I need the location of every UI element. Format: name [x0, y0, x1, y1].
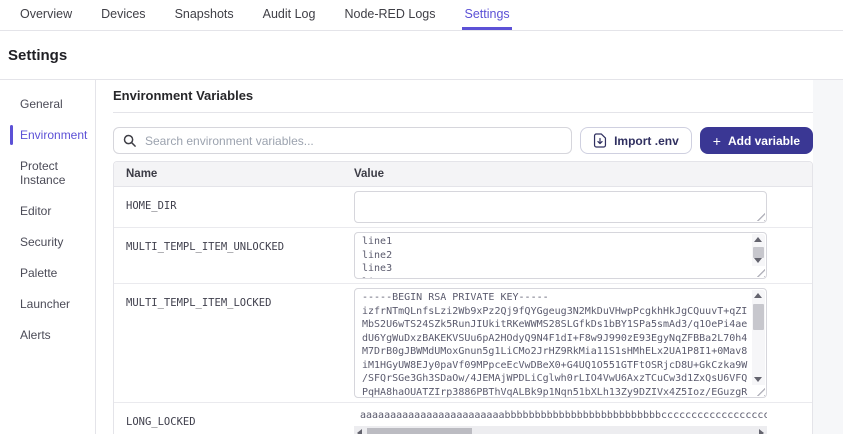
sidebar-item-label: Protect Instance	[20, 159, 66, 187]
sidebar-item-editor[interactable]: Editor	[0, 204, 95, 218]
page-header: Settings	[0, 31, 843, 80]
search-box	[113, 127, 573, 154]
sidebar-item-general[interactable]: General	[0, 97, 95, 111]
sidebar-item-label: Alerts	[20, 328, 51, 342]
search-icon	[123, 134, 136, 147]
sidebar-item-label: Editor	[20, 204, 52, 218]
plus-icon: +	[712, 132, 721, 149]
sidebar-item-security[interactable]: Security	[0, 235, 95, 249]
active-indicator	[10, 125, 13, 145]
env-var-name: MULTI_TEMPL_ITEM_LOCKED	[126, 297, 272, 309]
app-root: Overview Devices Snapshots Audit Log Nod…	[0, 0, 843, 434]
scroll-right-arrow-icon[interactable]	[759, 429, 764, 434]
sidebar-item-launcher[interactable]: Launcher	[0, 297, 95, 311]
column-header-value: Value	[354, 168, 385, 180]
sidebar-item-alerts[interactable]: Alerts	[0, 328, 95, 342]
scroll-up-arrow-icon[interactable]	[754, 293, 762, 298]
tab-overview[interactable]: Overview	[18, 0, 74, 30]
page-background	[813, 80, 843, 434]
table-header: Name Value	[114, 162, 812, 187]
import-env-label: Import .env	[614, 133, 679, 148]
scrollbar-thumb[interactable]	[753, 304, 764, 330]
table-row: MULTI_TEMPL_ITEM_LOCKED -----BEGIN RSA P…	[114, 284, 812, 403]
env-var-value-input[interactable]: line1 line2 line3 line4	[354, 232, 767, 279]
sidebar-item-label: Launcher	[20, 297, 71, 311]
table-row: MULTI_TEMPL_ITEM_UNLOCKED line1 line2 li…	[114, 228, 812, 284]
scrollbar-thumb[interactable]	[753, 247, 764, 258]
tab-audit-log[interactable]: Audit Log	[261, 0, 318, 30]
env-var-name: HOME_DIR	[126, 200, 177, 212]
scrollbar-thumb[interactable]	[367, 428, 472, 434]
sidebar-item-label: General	[20, 97, 63, 111]
add-variable-button[interactable]: + Add variable	[699, 127, 813, 154]
tab-devices[interactable]: Devices	[99, 0, 147, 30]
env-var-name: MULTI_TEMPL_ITEM_UNLOCKED	[126, 241, 285, 253]
env-var-value-input[interactable]: -----BEGIN RSA PRIVATE KEY----- izfrNTmQ…	[354, 288, 767, 398]
settings-content: General Environment Protect Instance Edi…	[0, 80, 843, 434]
sidebar-item-environment[interactable]: Environment	[0, 125, 95, 145]
sidebar-item-label: Environment	[20, 128, 88, 142]
panel-title: Environment Variables	[113, 88, 813, 113]
table-row: HOME_DIR	[114, 187, 812, 228]
sidebar-item-label: Palette	[20, 266, 58, 280]
column-header-name: Name	[126, 168, 158, 180]
env-var-name: LONG_LOCKED	[126, 416, 196, 428]
tab-settings[interactable]: Settings	[462, 0, 512, 30]
settings-sidebar: General Environment Protect Instance Edi…	[0, 80, 96, 434]
table-row: LONG_LOCKED aaaaaaaaaaaaaaaaaaaaaaaabbbb…	[114, 403, 812, 434]
search-input[interactable]	[113, 127, 573, 154]
add-variable-label: Add variable	[727, 133, 800, 148]
tab-snapshots[interactable]: Snapshots	[173, 0, 236, 30]
env-var-value-input[interactable]	[354, 191, 767, 223]
env-vars-table: Name Value HOME_DIR MULTI_TEMPL_ITEM_UNL…	[113, 161, 813, 434]
env-var-value[interactable]: aaaaaaaaaaaaaaaaaaaaaaaabbbbbbbbbbbbbbbb…	[354, 408, 767, 423]
tab-node-red-logs[interactable]: Node-RED Logs	[342, 0, 437, 30]
instance-tabbar: Overview Devices Snapshots Audit Log Nod…	[0, 0, 843, 31]
environment-panel: Environment Variables Import .env	[96, 80, 813, 434]
scroll-left-arrow-icon[interactable]	[357, 429, 362, 434]
env-toolbar: Import .env + Add variable	[113, 127, 813, 154]
import-env-button[interactable]: Import .env	[580, 127, 692, 154]
scroll-down-arrow-icon[interactable]	[754, 258, 762, 263]
scroll-up-arrow-icon[interactable]	[754, 237, 762, 242]
sidebar-item-palette[interactable]: Palette	[0, 266, 95, 280]
sidebar-item-protect-instance[interactable]: Protect Instance	[0, 159, 95, 187]
vertical-scrollbar[interactable]	[752, 234, 765, 266]
import-file-icon	[594, 133, 607, 148]
horizontal-scrollbar[interactable]	[354, 426, 767, 434]
scroll-down-arrow-icon[interactable]	[754, 377, 762, 382]
vertical-scrollbar[interactable]	[752, 290, 765, 385]
page-title: Settings	[8, 46, 68, 64]
sidebar-item-label: Security	[20, 235, 64, 249]
